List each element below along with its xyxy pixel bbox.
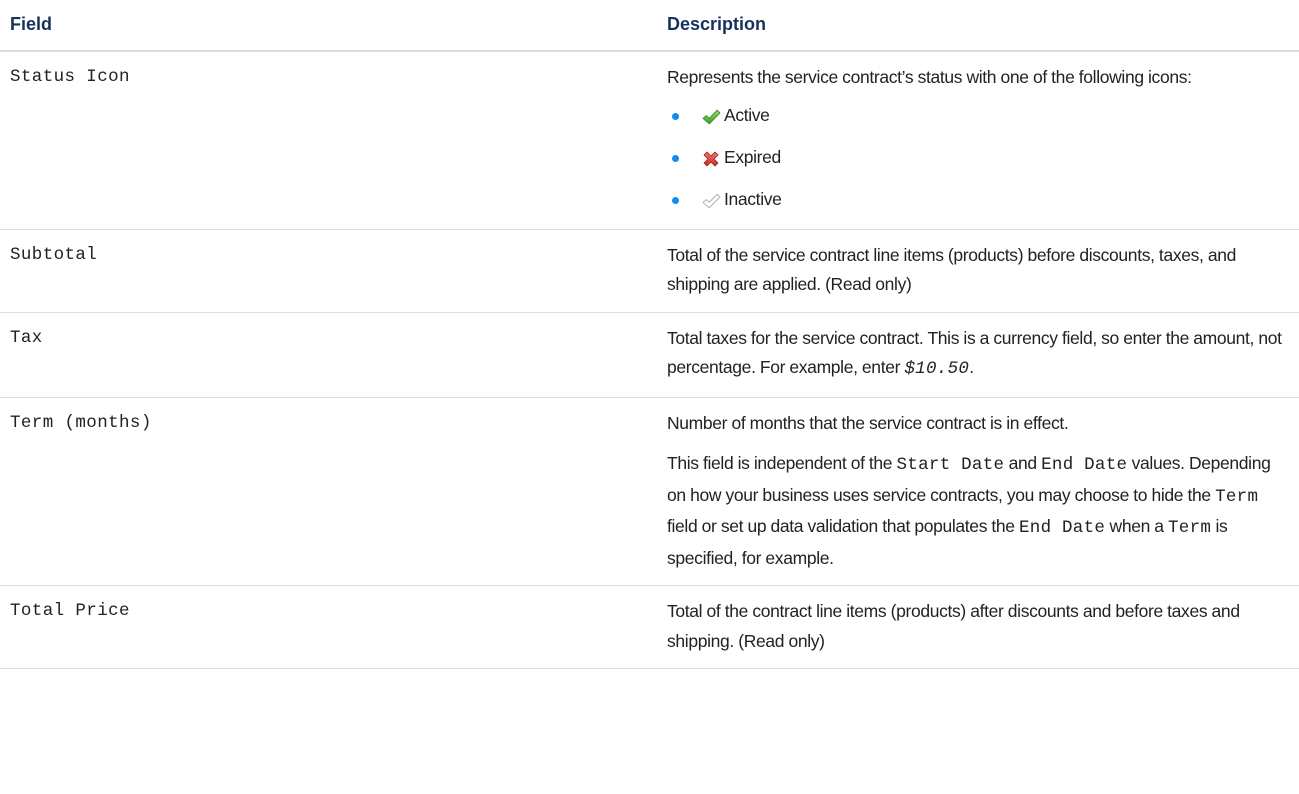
description-text-part: and [1004,453,1042,473]
status-label: Active [724,104,770,125]
field-name: Subtotal [0,229,657,313]
description-text: This field is independent of the Start D… [667,449,1289,573]
list-item: Expired [667,143,1289,172]
table-row: Tax Total taxes for the service contract… [0,312,1299,398]
status-label: Inactive [724,188,782,209]
status-label: Expired [724,146,781,167]
bullet-icon [672,154,679,162]
list-item: Active [667,101,1289,130]
field-reference-document: Field Description Status Icon Represents… [0,0,1299,794]
description-text: Total of the contract line items (produc… [667,601,1240,651]
expired-x-icon [703,151,719,166]
table-row: Term (months) Number of months that the … [0,397,1299,586]
table-row: Total Price Total of the contract line i… [0,585,1299,669]
field-name: Term (months) [0,397,657,586]
description-text: Total of the service contract line items… [667,244,1236,295]
bullet-icon [672,196,679,204]
field-description: Total of the contract line items (produc… [657,585,1299,669]
description-text: Total taxes for the service contract. Th… [667,324,1289,385]
field-name: Tax [0,312,657,398]
header-field: Field [0,0,657,52]
field-name: Status Icon [0,51,657,230]
field-description: Total taxes for the service contract. Th… [657,312,1299,398]
description-text: Represents the service contract’s status… [667,67,1192,87]
code-field-name: Term [1215,486,1259,507]
field-description: Total of the service contract line items… [657,229,1299,313]
inactive-check-icon [702,193,721,208]
description-text-part: This field is independent of the [667,453,897,473]
table-row: Subtotal Total of the service contract l… [0,229,1299,313]
table-header-row: Field Description [0,0,1299,52]
description-text-part: when a [1105,516,1168,536]
field-name: Total Price [0,585,657,669]
code-field-name: Start Date [896,455,1005,475]
field-description: Number of months that the service contra… [657,397,1299,586]
code-field-name: End Date [1019,518,1106,538]
code-field-name: End Date [1041,455,1128,475]
field-description: Represents the service contract’s status… [657,51,1299,230]
description-text-part: field or set up data validation that pop… [667,516,1019,536]
description-text-part: Total taxes for the service contract. Th… [667,327,1282,378]
description-text-part: . [969,357,974,377]
code-field-name: Term [1167,518,1212,538]
status-icon-list: Active Expired Inactive [667,101,1289,214]
code-example: $10.50 [904,359,970,379]
description-text: Number of months that the service contra… [667,412,1069,433]
list-item: Inactive [667,185,1289,214]
header-description: Description [657,0,1299,52]
active-check-icon [702,109,721,124]
table-row: Status Icon Represents the service contr… [0,51,1299,230]
fields-table: Field Description Status Icon Represents… [0,0,1299,669]
bullet-icon [672,112,679,120]
